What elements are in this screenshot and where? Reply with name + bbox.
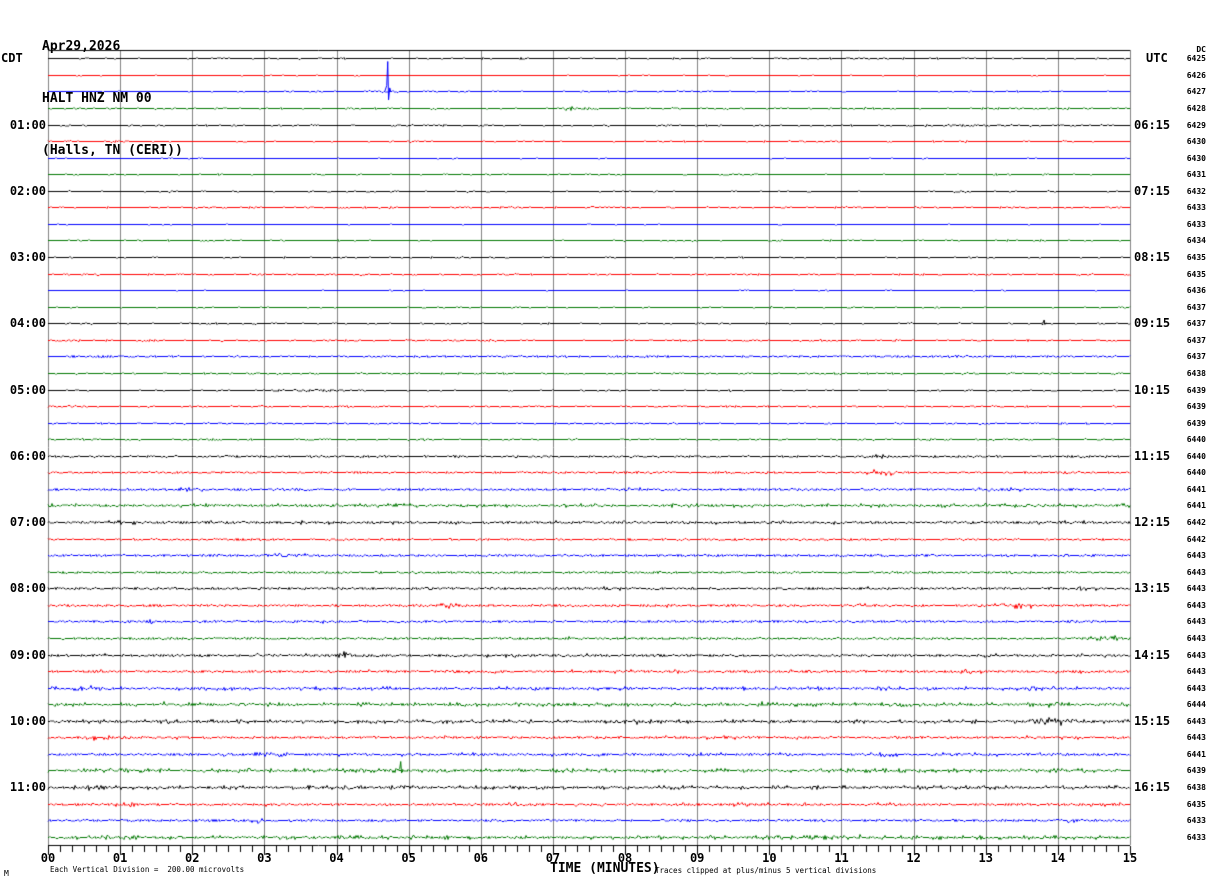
dc-offset-value: 6430 — [1186, 137, 1206, 147]
dc-offset-value: 6441 — [1186, 749, 1206, 759]
utc-hour-label: 08:15 — [1134, 250, 1171, 265]
dc-offset-value: 6441 — [1186, 484, 1206, 494]
dc-offset-value: 6429 — [1186, 120, 1206, 130]
dc-offset-value: 6443 — [1186, 667, 1206, 677]
dc-offset-value: 6431 — [1186, 170, 1206, 180]
dc-offset-value: 6426 — [1186, 70, 1206, 80]
dc-offset-value: 6433 — [1186, 816, 1206, 826]
dc-offset-value: 6439 — [1186, 402, 1206, 412]
utc-hour-label: 11:15 — [1134, 448, 1171, 463]
dc-offset-value: 6435 — [1186, 799, 1206, 809]
minute-tick-label: 12 — [906, 851, 921, 865]
scale-note: Each Vertical Division = 200.00 microvol… — [50, 865, 245, 874]
minute-tick-label: 01 — [112, 851, 128, 865]
dc-offset-value: 6435 — [1186, 269, 1206, 279]
minute-tick-label: 09 — [689, 851, 705, 865]
minute-tick-label: 10 — [762, 851, 777, 865]
minute-tick-label: 04 — [329, 851, 344, 865]
cdt-hour-label: 01:00 — [9, 117, 46, 132]
dc-offset-value: 6434 — [1186, 236, 1206, 246]
dc-offset-value: 6443 — [1186, 584, 1206, 594]
dc-offset-value: 6442 — [1186, 534, 1206, 544]
dc-offset-value: 6443 — [1186, 633, 1206, 643]
dc-offset-value: 6440 — [1186, 451, 1206, 461]
utc-hour-label: 13:15 — [1134, 581, 1171, 596]
utc-hour-label: 14:15 — [1134, 647, 1171, 662]
dc-offset-value: 6440 — [1186, 468, 1206, 478]
utc-hour-label: 16:15 — [1134, 780, 1171, 795]
dc-column-header: DC — [1196, 45, 1206, 54]
plot-header: Apr29,2026 HALT HNZ NM 00 (Halls, TN (CE… — [42, 2, 183, 196]
cdt-hour-label: 07:00 — [9, 515, 46, 530]
left-timezone-label: CDT — [1, 51, 23, 65]
dc-offset-value: 6433 — [1186, 203, 1206, 213]
utc-hour-label: 10:15 — [1134, 382, 1171, 397]
dc-offset-value: 6441 — [1186, 501, 1206, 511]
minute-tick-label: 03 — [257, 851, 272, 865]
dc-offset-value: 6437 — [1186, 319, 1206, 329]
clip-note: Traces clipped at plus/minus 5 vertical … — [655, 866, 877, 875]
corner-glyph: M — [4, 869, 9, 878]
utc-hour-label: 09:15 — [1134, 316, 1171, 331]
minute-tick-label: 00 — [40, 851, 56, 865]
dc-offset-value: 6436 — [1186, 286, 1206, 296]
helicorder-page: Apr29,2026 HALT HNZ NM 00 (Halls, TN (CE… — [0, 0, 1210, 886]
cdt-hour-label: 02:00 — [9, 183, 46, 198]
dc-offset-value: 6442 — [1186, 518, 1206, 528]
dc-offset-value: 6435 — [1186, 253, 1206, 263]
dc-offset-value: 6443 — [1186, 650, 1206, 660]
cdt-hour-label: 08:00 — [9, 581, 46, 596]
header-location: (Halls, TN (CERI)) — [42, 143, 183, 158]
dc-offset-value: 6443 — [1186, 733, 1206, 743]
dc-offset-value: 6438 — [1186, 368, 1206, 378]
dc-offset-value: 6443 — [1186, 551, 1206, 561]
header-station: HALT HNZ NM 00 — [42, 91, 152, 106]
dc-offset-value: 6437 — [1186, 302, 1206, 312]
utc-hour-label: 15:15 — [1134, 713, 1171, 728]
dc-offset-value: 6427 — [1186, 87, 1206, 97]
dc-offset-value: 6437 — [1186, 352, 1206, 362]
right-timezone-label: UTC — [1146, 51, 1168, 65]
utc-hour-label: 07:15 — [1134, 183, 1171, 198]
dc-offset-value: 6430 — [1186, 153, 1206, 163]
dc-offset-value: 6425 — [1186, 54, 1206, 64]
utc-hour-label: 12:15 — [1134, 515, 1171, 530]
minute-tick-label: 15 — [1122, 851, 1138, 865]
cdt-hour-label: 04:00 — [9, 316, 46, 331]
minute-tick-label: 05 — [401, 851, 416, 865]
minute-tick-label: 13 — [978, 851, 993, 865]
dc-offset-value: 6433 — [1186, 832, 1206, 842]
header-date: Apr29,2026 — [42, 39, 121, 54]
cdt-hour-label: 09:00 — [9, 647, 46, 662]
dc-offset-value: 6439 — [1186, 418, 1206, 428]
minute-tick-label: 11 — [834, 851, 849, 865]
dc-offset-value: 6443 — [1186, 617, 1206, 627]
dc-offset-value: 6437 — [1186, 335, 1206, 345]
dc-offset-value: 6428 — [1186, 103, 1206, 113]
dc-offset-value: 6443 — [1186, 716, 1206, 726]
minute-tick-label: 14 — [1050, 851, 1066, 865]
cdt-hour-label: 03:00 — [9, 250, 46, 265]
minute-tick-label: 06 — [473, 851, 489, 865]
dc-offset-value: 6432 — [1186, 186, 1206, 196]
dc-offset-value: 6438 — [1186, 783, 1206, 793]
cdt-hour-label: 11:00 — [9, 780, 46, 795]
dc-offset-value: 6433 — [1186, 219, 1206, 229]
dc-offset-value: 6444 — [1186, 700, 1206, 710]
dc-offset-value: 6443 — [1186, 600, 1206, 610]
utc-hour-label: 06:15 — [1134, 117, 1171, 132]
minute-tick-label: 02 — [185, 851, 200, 865]
dc-offset-value: 6439 — [1186, 766, 1206, 776]
dc-offset-value: 6440 — [1186, 435, 1206, 445]
dc-offset-value: 6443 — [1186, 683, 1206, 693]
cdt-hour-label: 10:00 — [9, 713, 46, 728]
x-axis-title: TIME (MINUTES) — [550, 861, 660, 876]
dc-offset-value: 6439 — [1186, 385, 1206, 395]
cdt-hour-label: 05:00 — [9, 382, 46, 397]
dc-offset-value: 6443 — [1186, 567, 1206, 577]
cdt-hour-label: 06:00 — [9, 448, 46, 463]
